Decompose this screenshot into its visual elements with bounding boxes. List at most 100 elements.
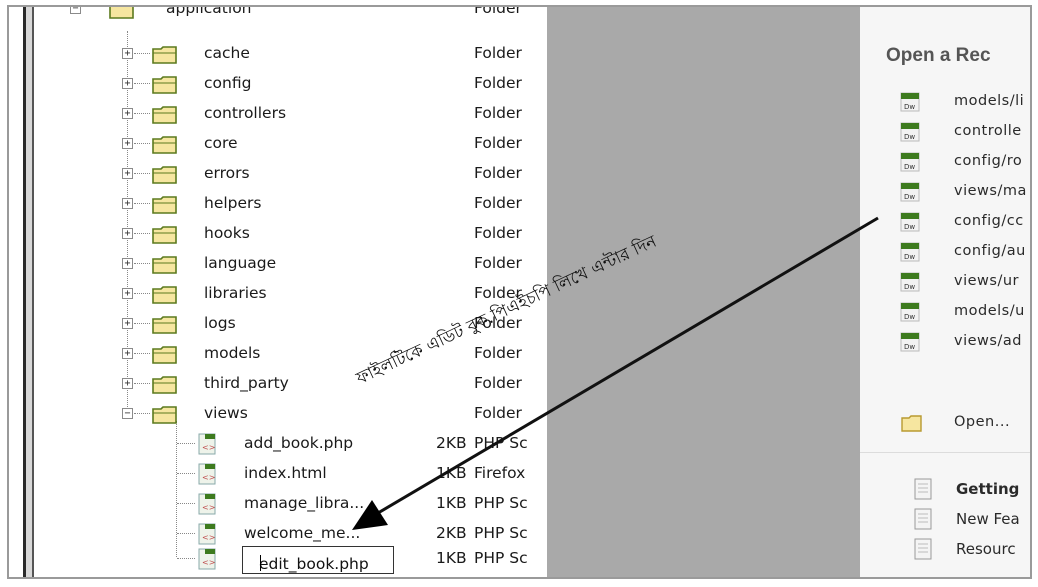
tree-row-cache[interactable]: + cache Folder	[34, 40, 547, 70]
svg-text:<>: <>	[202, 443, 215, 452]
svg-text:Dw: Dw	[904, 103, 915, 111]
tree-connector	[134, 293, 150, 294]
folder-icon	[152, 286, 177, 304]
tree-connector	[134, 263, 150, 264]
folder-icon	[152, 376, 177, 394]
expand-icon[interactable]: +	[122, 108, 133, 119]
file-name: add_book.php	[244, 434, 354, 452]
dreamweaver-file-icon: Dw	[900, 122, 920, 142]
open-recent-heading: Open a Rec	[886, 45, 991, 66]
expand-icon[interactable]: +	[122, 138, 133, 149]
svg-text:<>: <>	[202, 558, 215, 567]
tree-row-config[interactable]: + config Folder	[34, 70, 547, 100]
start-page-panel: Open a Rec Dw models/li Dw controlle Dw confi…	[860, 7, 1030, 577]
document-icon	[914, 508, 932, 530]
expand-icon[interactable]: +	[122, 258, 133, 269]
folder-icon	[152, 226, 177, 244]
help-link[interactable]: New Fea	[860, 505, 1030, 535]
section-divider	[860, 452, 1030, 453]
tree-row-third-party[interactable]: + third_party Folder	[34, 370, 547, 400]
tree-row-application[interactable]: − application Folder	[34, 7, 547, 25]
file-size: 1KB	[436, 549, 467, 567]
recent-file-label: views/ur	[954, 273, 1019, 289]
file-name: index.html	[244, 464, 327, 482]
tree-row-core[interactable]: + core Folder	[34, 130, 547, 160]
file-size: 2KB	[436, 524, 467, 542]
recent-file-link[interactable]: Dw config/cc	[860, 208, 1030, 238]
tree-row-helpers[interactable]: + helpers Folder	[34, 190, 547, 220]
recent-file-label: views/ad	[954, 333, 1022, 349]
tree-row-controllers[interactable]: + controllers Folder	[34, 100, 547, 130]
recent-file-link[interactable]: Dw config/ro	[860, 148, 1030, 178]
recent-file-link[interactable]: Dw models/li	[860, 88, 1030, 118]
document-icon	[914, 478, 932, 500]
svg-text:Dw: Dw	[904, 253, 915, 261]
tree-row-errors[interactable]: + errors Folder	[34, 160, 547, 190]
expand-icon[interactable]: +	[122, 198, 133, 209]
help-link[interactable]: Getting	[860, 475, 1030, 505]
expand-icon[interactable]: +	[122, 288, 133, 299]
help-link[interactable]: Resourc	[860, 535, 1030, 565]
expand-icon[interactable]: +	[122, 348, 133, 359]
file-row[interactable]: <> index.html 1KB Firefox	[34, 460, 547, 490]
recent-file-label: controlle	[954, 123, 1022, 139]
tree-item-label: core	[204, 134, 238, 152]
recent-file-link[interactable]: Dw views/ad	[860, 328, 1030, 358]
tree-connector	[134, 353, 150, 354]
svg-text:<>: <>	[202, 533, 215, 542]
tree-row-language[interactable]: + language Folder	[34, 250, 547, 280]
recent-file-label: config/cc	[954, 213, 1024, 229]
recent-file-link[interactable]: Dw views/ur	[860, 268, 1030, 298]
file-size: 1KB	[436, 464, 467, 482]
tree-row-libraries[interactable]: + libraries Folder	[34, 280, 547, 310]
tree-connector	[177, 503, 195, 504]
tree-connector	[134, 203, 150, 204]
recent-file-link[interactable]: Dw models/u	[860, 298, 1030, 328]
file-row[interactable]: <> manage_libra... 1KB PHP Sc	[34, 490, 547, 520]
tree-item-label: views	[204, 404, 248, 422]
dreamweaver-file-icon: Dw	[900, 182, 920, 202]
folder-icon	[109, 7, 134, 19]
tree-item-label: language	[204, 254, 277, 272]
file-size: 1KB	[436, 494, 467, 512]
dreamweaver-file-icon: Dw	[900, 332, 920, 352]
dreamweaver-file-icon: Dw	[900, 302, 920, 322]
folder-icon	[152, 346, 177, 364]
expand-icon[interactable]: +	[122, 78, 133, 89]
tree-row-hooks[interactable]: + hooks Folder	[34, 220, 547, 250]
tree-row-views[interactable]: − views Folder	[34, 400, 547, 430]
tree-item-type: Folder	[474, 134, 522, 152]
recent-file-link[interactable]: Dw config/au	[860, 238, 1030, 268]
tree-connector	[134, 53, 150, 54]
tree-connector	[177, 558, 195, 559]
svg-text:<>: <>	[202, 503, 215, 512]
tree-item-type: Folder	[474, 374, 522, 392]
tree-item-label: helpers	[204, 194, 262, 212]
open-file-label: Open...	[954, 414, 1011, 430]
tree-item-label: logs	[204, 314, 236, 332]
collapse-icon[interactable]: −	[122, 408, 133, 419]
collapse-icon[interactable]: −	[70, 7, 81, 14]
php-file-icon: <>	[198, 523, 216, 545]
open-file-link[interactable]: Open...	[860, 409, 1030, 439]
tree-item-label: application	[166, 7, 252, 17]
tree-row-models[interactable]: + models Folder	[34, 340, 547, 370]
expand-icon[interactable]: +	[122, 318, 133, 329]
tree-item-type: Folder	[474, 164, 522, 182]
tree-connector	[134, 383, 150, 384]
recent-file-link[interactable]: Dw views/ma	[860, 178, 1030, 208]
recent-file-link[interactable]: Dw controlle	[860, 118, 1030, 148]
file-row[interactable]: <> add_book.php 2KB PHP Sc	[34, 430, 547, 460]
expand-icon[interactable]: +	[122, 378, 133, 389]
tree-connector	[134, 413, 150, 414]
tree-item-label: models	[204, 344, 261, 362]
expand-icon[interactable]: +	[122, 168, 133, 179]
folder-open-icon	[901, 415, 922, 432]
dreamweaver-file-icon: Dw	[900, 92, 920, 112]
expand-icon[interactable]: +	[122, 48, 133, 59]
recent-file-label: models/li	[954, 93, 1025, 109]
rename-input[interactable]: edit_book.php	[242, 546, 394, 574]
folder-icon	[152, 136, 177, 154]
expand-icon[interactable]: +	[122, 228, 133, 239]
dreamweaver-file-icon: Dw	[900, 152, 920, 172]
